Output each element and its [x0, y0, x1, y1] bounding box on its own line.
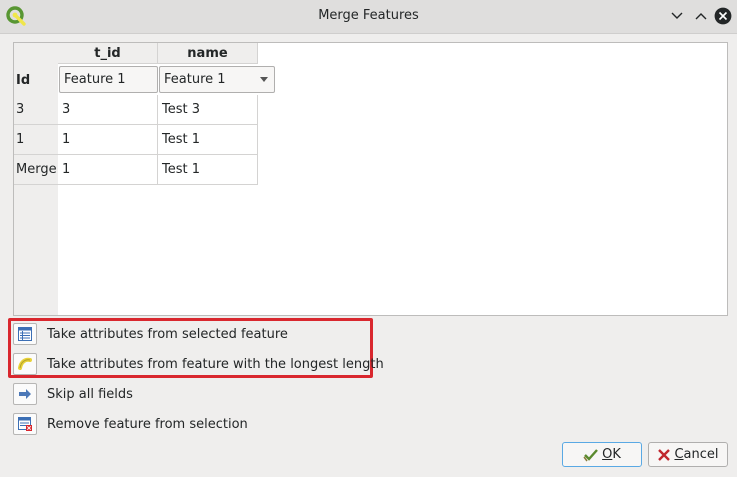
- title-bar: Merge Features: [0, 0, 737, 34]
- arrow-right-icon[interactable]: [13, 383, 37, 405]
- take-attributes-selected-action[interactable]: Take attributes from selected feature: [13, 321, 288, 347]
- remove-feature-action[interactable]: Remove feature from selection: [13, 411, 248, 437]
- t-id-source-select[interactable]: Feature 1: [59, 66, 158, 93]
- action-label: Take attributes from selected feature: [47, 326, 288, 342]
- chevron-up-icon: [695, 13, 707, 20]
- merge-cell[interactable]: 1: [58, 155, 158, 185]
- cancel-icon: [658, 448, 671, 461]
- name-source-value: Feature 1: [164, 72, 226, 87]
- ok-label: OK: [602, 447, 621, 462]
- chevron-down-icon: [671, 12, 683, 19]
- name-source-select[interactable]: Feature 1: [159, 66, 275, 93]
- column-header-t-id[interactable]: t_id: [58, 43, 158, 64]
- table-corner: [14, 43, 58, 64]
- table-cell[interactable]: Test 1: [158, 125, 258, 155]
- window-title: Merge Features: [318, 8, 419, 23]
- merge-attributes-table[interactable]: t_id name Id Feature 1 Feature 1 3 3 Tes…: [13, 42, 728, 316]
- line-feature-icon[interactable]: [13, 353, 37, 375]
- cancel-label: Cancel: [674, 447, 719, 462]
- merge-cell[interactable]: Test 1: [158, 155, 258, 185]
- t-id-source-value: Feature 1: [64, 72, 126, 87]
- table-cell[interactable]: 3: [58, 95, 158, 125]
- row-header: 3: [14, 95, 58, 125]
- remove-feature-icon[interactable]: [13, 413, 37, 435]
- column-header-name[interactable]: name: [158, 43, 258, 64]
- skip-all-fields-action[interactable]: Skip all fields: [13, 381, 133, 407]
- checkmark-icon: [583, 448, 599, 461]
- table-cell[interactable]: 1: [58, 125, 158, 155]
- action-label: Take attributes from feature with the lo…: [47, 356, 384, 372]
- close-icon: [714, 7, 732, 25]
- row-header-id: Id: [14, 66, 58, 96]
- minimize-button[interactable]: [668, 7, 686, 25]
- close-window-button[interactable]: [714, 7, 732, 25]
- take-attributes-longest-action[interactable]: Take attributes from feature with the lo…: [13, 351, 384, 377]
- table-cell[interactable]: Test 3: [158, 95, 258, 125]
- action-label: Remove feature from selection: [47, 416, 248, 432]
- attribute-table-icon[interactable]: [13, 323, 37, 345]
- action-label: Skip all fields: [47, 386, 133, 402]
- row-header-merge: Merge: [14, 155, 58, 185]
- chevron-down-icon: [260, 77, 268, 82]
- cancel-button[interactable]: Cancel: [648, 442, 728, 467]
- ok-button[interactable]: OK: [562, 442, 642, 467]
- row-header: 1: [14, 125, 58, 155]
- maximize-button[interactable]: [692, 7, 710, 25]
